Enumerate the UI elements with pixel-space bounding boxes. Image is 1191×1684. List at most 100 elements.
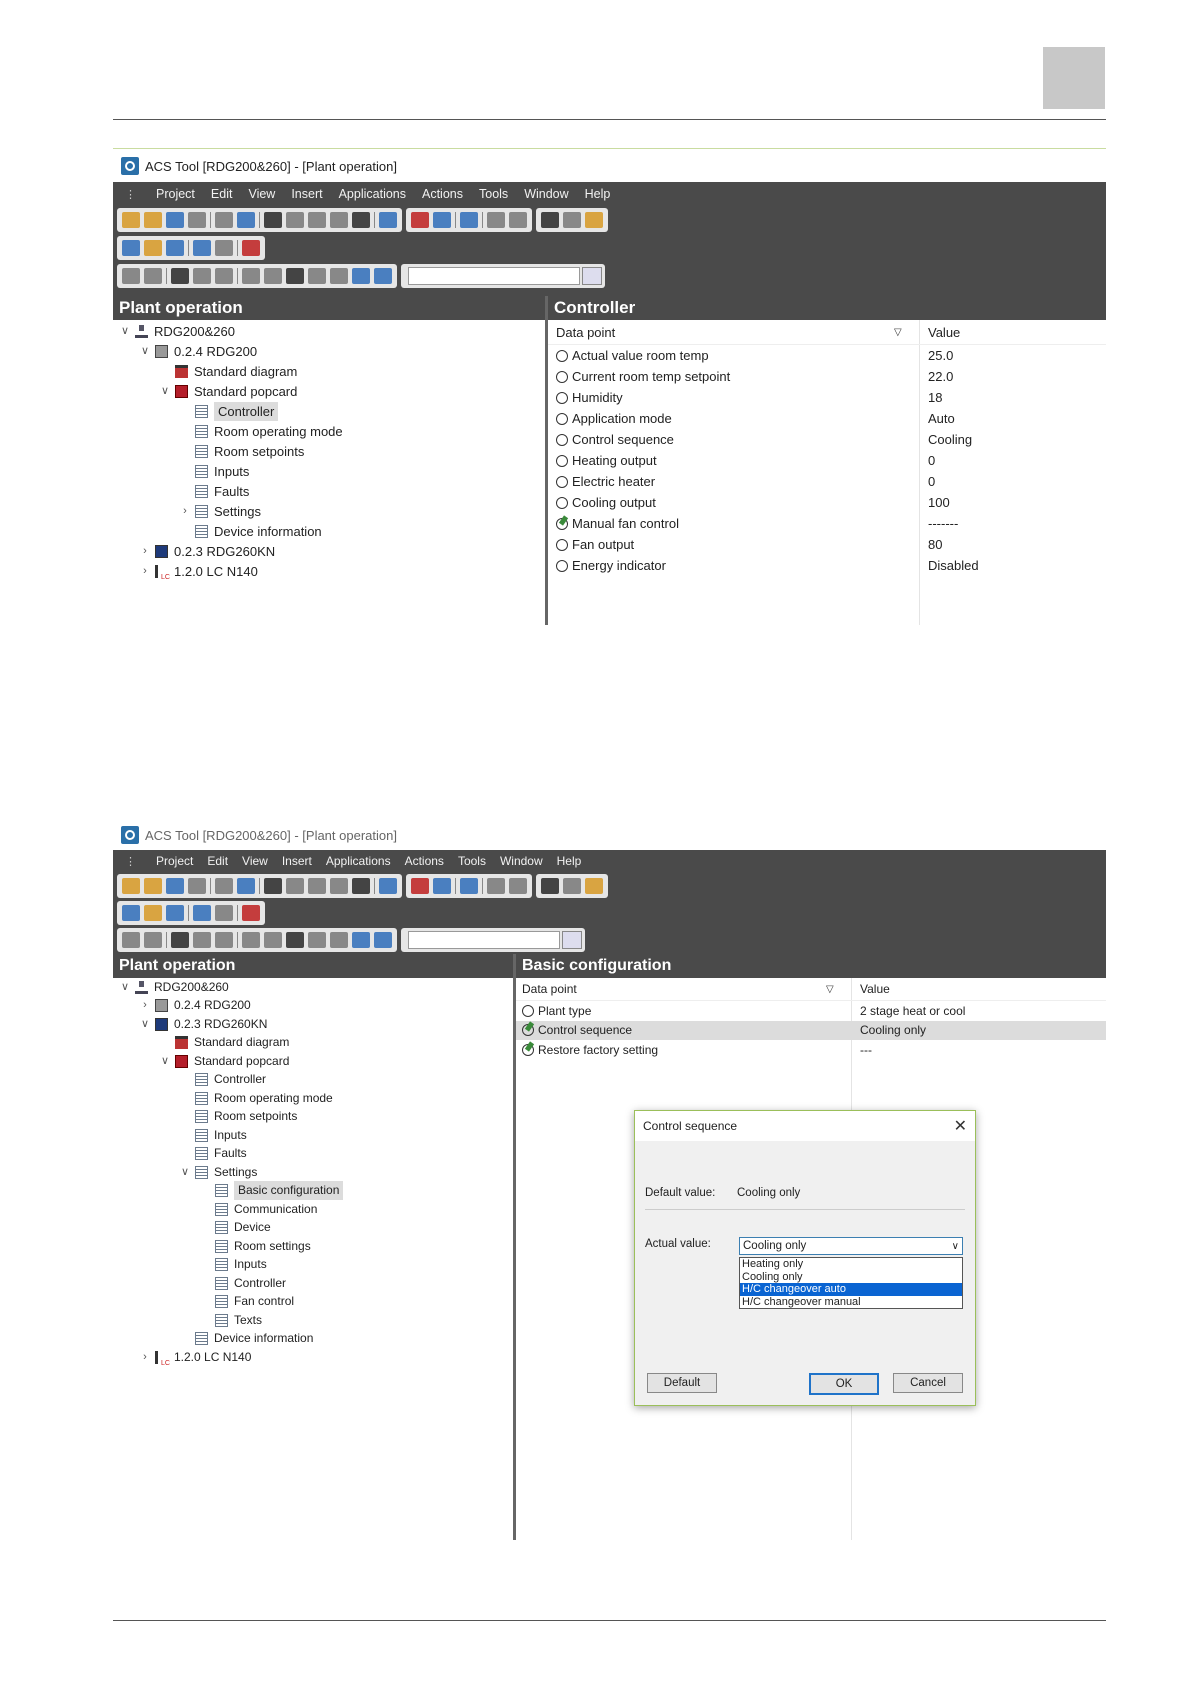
table-row[interactable]: Energy indicator Disabled [548, 555, 1106, 576]
connect-icon[interactable] [215, 212, 233, 228]
menu-project[interactable]: Project [156, 187, 195, 201]
default-button[interactable]: Default [647, 1373, 717, 1393]
wrench-icon[interactable] [460, 877, 478, 894]
tree-node-inputs[interactable]: Inputs [195, 462, 249, 481]
popcard-icon[interactable] [242, 904, 260, 921]
tree-node-settings[interactable]: › Settings [179, 502, 261, 521]
chevron-right-icon[interactable]: › [179, 502, 191, 521]
paste-special-icon[interactable] [330, 212, 348, 228]
tree-icon[interactable] [264, 931, 282, 948]
search-key-icon[interactable] [585, 212, 603, 228]
menu-view[interactable]: View [248, 187, 275, 201]
save-icon[interactable] [166, 212, 184, 228]
tree-icon[interactable] [264, 268, 282, 284]
save-icon[interactable] [166, 877, 184, 894]
user-icon[interactable] [541, 212, 559, 228]
chevron-down-icon[interactable]: ∨ [119, 978, 131, 997]
connect-icon[interactable] [215, 877, 233, 894]
tree-node-lc-n140[interactable]: › 1.2.0 LC N140 [139, 1348, 251, 1373]
table-row[interactable]: Control sequence Cooling [548, 429, 1106, 450]
arrow-right-icon[interactable] [374, 931, 392, 948]
table-row[interactable]: Application mode Auto [548, 408, 1106, 429]
help-icon[interactable] [379, 212, 397, 228]
chevron-right-icon[interactable]: › [139, 1348, 151, 1367]
text-icon[interactable] [286, 268, 304, 284]
chevron-down-icon[interactable]: ∨ [952, 1241, 959, 1252]
menu-applications[interactable]: Applications [339, 187, 406, 201]
menu-actions[interactable]: Actions [422, 187, 463, 201]
cancel-button[interactable]: Cancel [893, 1373, 963, 1393]
edit-icon[interactable] [122, 268, 140, 284]
chevron-right-icon[interactable]: › [139, 996, 151, 1015]
menu-view[interactable]: View [242, 854, 268, 868]
chevron-down-icon[interactable]: ∨ [159, 382, 171, 401]
col-datapoint[interactable]: Data point [522, 982, 577, 996]
tree-node-faults[interactable]: Faults [195, 1145, 247, 1163]
menu-insert[interactable]: Insert [282, 854, 312, 868]
menu-insert[interactable]: Insert [291, 187, 322, 201]
chevron-down-icon[interactable]: ∨ [139, 342, 151, 361]
tree-node-standard-diagram[interactable]: Standard diagram [175, 1034, 289, 1052]
disconnect-icon[interactable] [237, 212, 255, 228]
tree-node-settings[interactable]: ∨ Settings [179, 1163, 257, 1181]
new-icon[interactable] [122, 877, 140, 894]
shape2-icon[interactable] [215, 931, 233, 948]
tools-icon[interactable] [144, 904, 162, 921]
shape-icon[interactable] [193, 268, 211, 284]
table-row[interactable]: Control sequence Cooling only [516, 1020, 1106, 1040]
chevron-down-icon[interactable]: ∨ [159, 1052, 171, 1071]
link-icon[interactable] [242, 268, 260, 284]
edit-icon[interactable] [122, 931, 140, 948]
col-value[interactable]: Value [860, 982, 890, 996]
search-icon[interactable] [582, 267, 602, 285]
sort-triangle-icon[interactable]: ▽ [826, 984, 834, 995]
menu-window[interactable]: Window [524, 187, 568, 201]
tree-node-faults[interactable]: Faults [195, 482, 249, 501]
open-icon[interactable] [144, 877, 162, 894]
gear-icon[interactable] [563, 212, 581, 228]
paste-icon[interactable] [308, 212, 326, 228]
tree-node-room-settings[interactable]: Room settings [215, 1237, 311, 1255]
chevron-down-icon[interactable]: ∨ [139, 1015, 151, 1034]
network-icon[interactable] [122, 240, 140, 256]
shape-icon[interactable] [193, 931, 211, 948]
tree-node-rdg260kn[interactable]: ∨ 0.2.3 RDG260KN [139, 1015, 267, 1033]
table-row[interactable]: Heating output 0 [548, 450, 1106, 471]
popcard-icon[interactable] [242, 240, 260, 256]
refresh-icon[interactable] [433, 877, 451, 894]
table-row[interactable]: Fan output 80 [548, 534, 1106, 555]
device-icon[interactable] [166, 904, 184, 921]
table-row[interactable]: Actual value room temp 25.0 [548, 345, 1106, 366]
sort-triangle-icon[interactable]: ▽ [894, 327, 902, 338]
table-row[interactable]: Humidity 18 [548, 387, 1106, 408]
close-icon[interactable]: ✕ [954, 1116, 967, 1136]
tree-node-rdg260kn[interactable]: › 0.2.3 RDG260KN [139, 542, 275, 561]
device-icon[interactable] [166, 240, 184, 256]
grid-icon[interactable] [188, 877, 206, 894]
tree-node-fan-control[interactable]: Fan control [215, 1293, 294, 1311]
download-icon[interactable] [487, 877, 505, 894]
tree-node-texts[interactable]: Texts [215, 1311, 262, 1329]
arrow-left-icon[interactable] [352, 268, 370, 284]
menu-project[interactable]: Project [156, 854, 193, 868]
tree-node-rdg200[interactable]: ∨ 0.2.4 RDG200 [139, 342, 257, 361]
new-icon[interactable] [122, 212, 140, 228]
menu-help[interactable]: Help [557, 854, 582, 868]
gear-icon[interactable] [563, 877, 581, 894]
menu-applications[interactable]: Applications [326, 854, 391, 868]
grid-icon[interactable] [188, 212, 206, 228]
copy-icon[interactable] [286, 212, 304, 228]
pen-icon[interactable] [308, 931, 326, 948]
menu-edit[interactable]: Edit [207, 854, 228, 868]
link-icon[interactable] [242, 931, 260, 948]
tree-node-settings-inputs[interactable]: Inputs [215, 1256, 267, 1274]
search-key-icon[interactable] [585, 877, 603, 894]
tree-node-device-information[interactable]: Device information [195, 1330, 313, 1348]
tree-node-lc-n140[interactable]: › 1.2.0 LC N140 [139, 562, 258, 587]
dropdown-option[interactable]: Heating only [740, 1258, 962, 1271]
tools-icon[interactable] [144, 240, 162, 256]
refresh-icon[interactable] [433, 212, 451, 228]
shape2-icon[interactable] [215, 268, 233, 284]
tree-node-controller[interactable]: Controller [195, 402, 279, 421]
cut-icon[interactable] [264, 877, 282, 894]
